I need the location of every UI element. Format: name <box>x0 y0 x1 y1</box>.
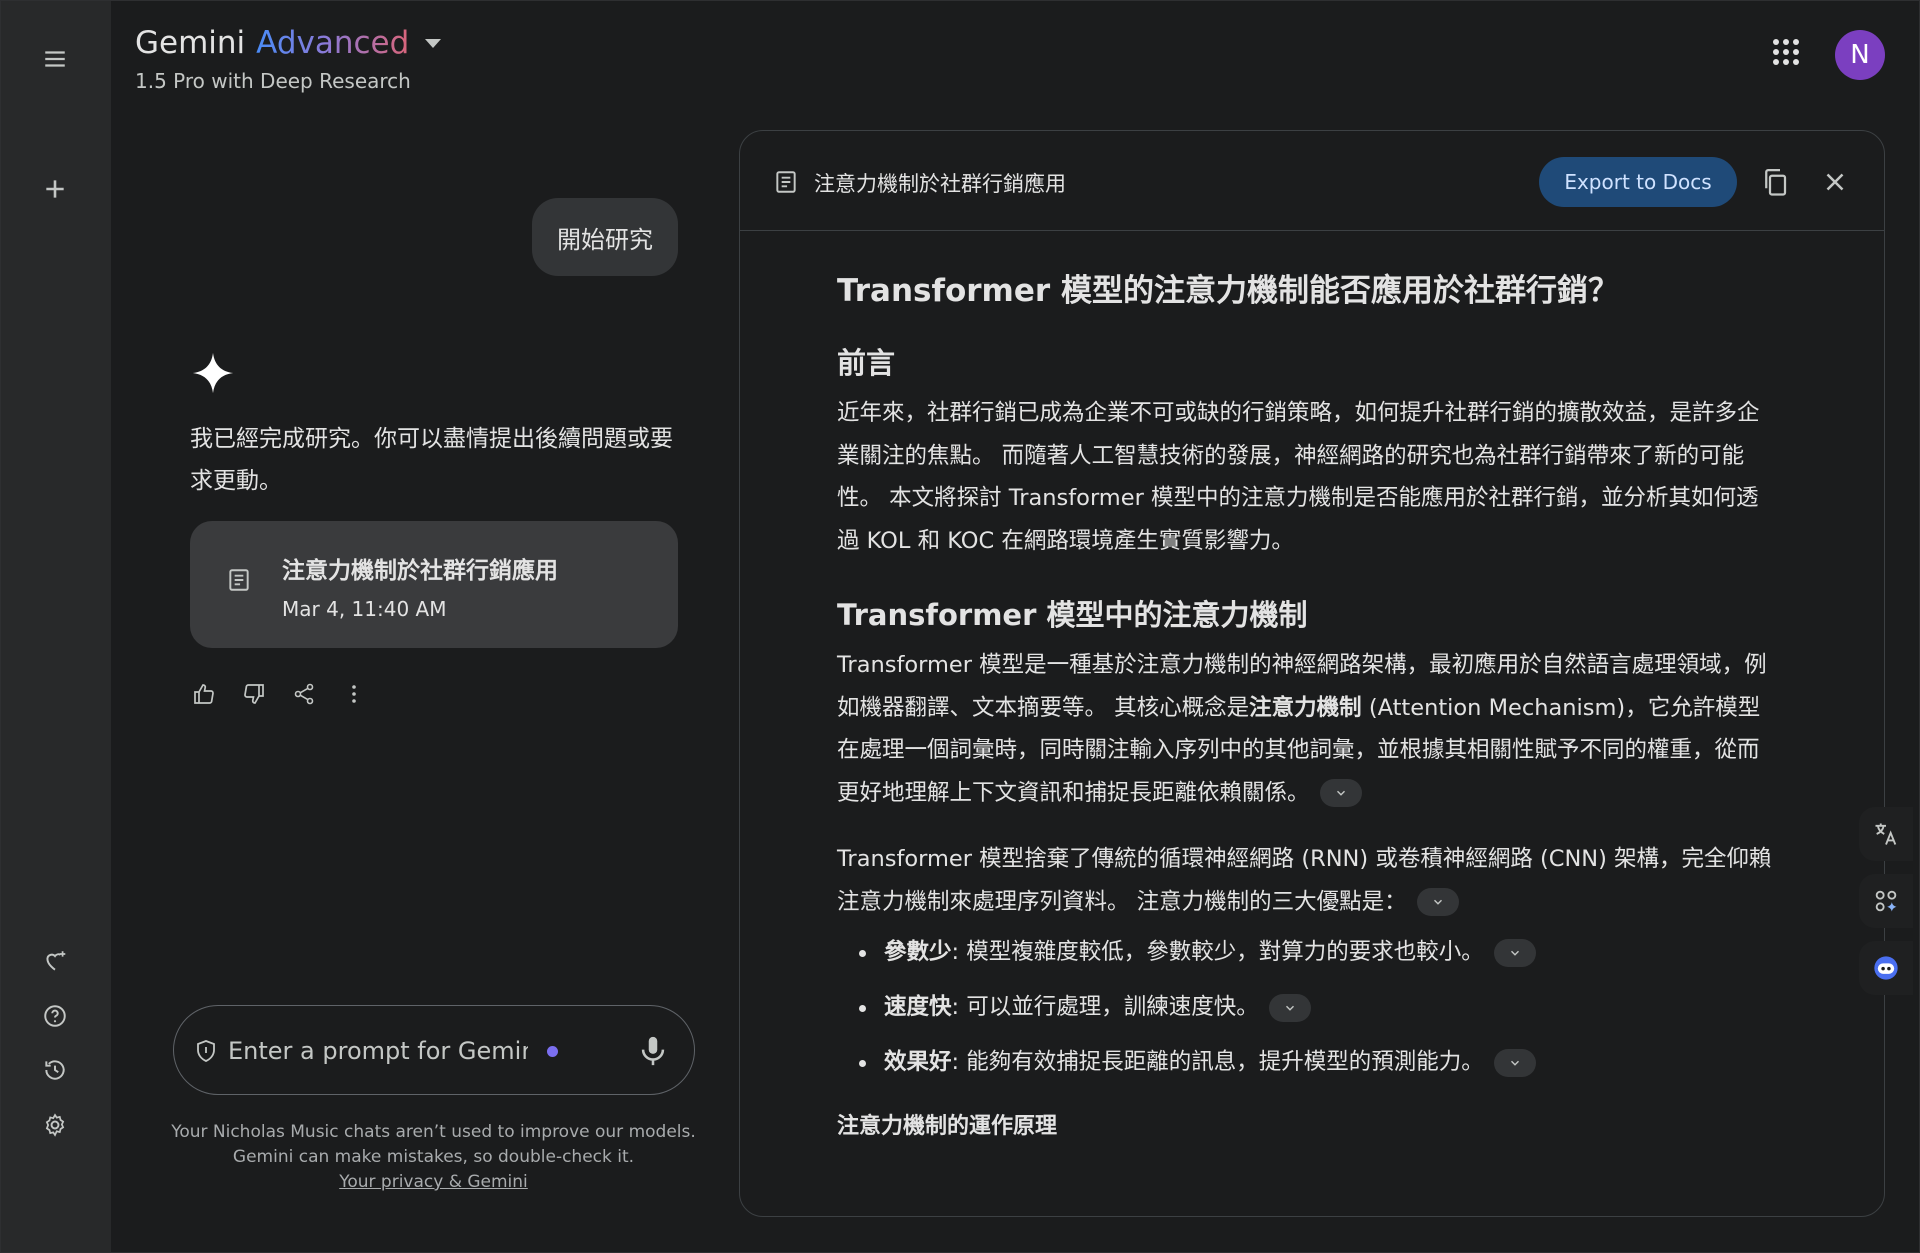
section-paragraph-2: Transformer 模型捨棄了傳統的循環神經網路 (RNN) 或卷積神經網路… <box>837 838 1777 923</box>
bullet-bold: 效果好 <box>884 1049 952 1075</box>
activity-button[interactable] <box>33 1048 77 1092</box>
section-paragraph-1: Transformer 模型是一種基於注意力機制的神經網路架構，最初應用於自然語… <box>837 644 1777 814</box>
more-vert-icon <box>352 685 356 703</box>
prompt-box <box>173 1005 695 1095</box>
activity-icon <box>45 1060 65 1080</box>
gemini-spark-icon <box>192 352 234 394</box>
thumbs-down-button[interactable] <box>241 681 267 707</box>
help-icon <box>44 1005 66 1027</box>
gem-manager-button[interactable] <box>33 939 77 983</box>
brand-tier: Advanced <box>256 25 410 61</box>
section-heading: Transformer 模型中的注意力機制 <box>837 598 1308 632</box>
source-chip[interactable] <box>1493 1048 1536 1077</box>
research-doc-card[interactable]: 注意力機制於社群行銷應用 Mar 4, 11:40 AM <box>190 521 678 648</box>
bullet-bold: 速度快 <box>884 994 952 1020</box>
prompt-input[interactable] <box>228 1032 528 1070</box>
assistant-tool[interactable] <box>1859 941 1913 995</box>
thumbs-up-icon <box>194 684 214 704</box>
microphone-icon[interactable] <box>636 1034 670 1068</box>
para2-text: Transformer 模型捨棄了傳統的循環神經網路 (RNN) 或卷積神經網路… <box>837 846 1772 915</box>
app-window: Gemini Advanced 1.5 Pro with Deep Resear… <box>0 0 1920 1253</box>
bullet-text: : 模型複雜度較低，參數較少，對算力的要求也較小。 <box>951 939 1484 965</box>
chevron-down-icon <box>1510 1060 1519 1066</box>
list-item: 參數少: 模型複雜度較低，參數較少，對算力的要求也較小。 <box>857 925 1777 980</box>
response-actions <box>191 681 367 707</box>
status-dot <box>547 1046 558 1057</box>
user-message: 開始研究 <box>532 198 678 276</box>
extensions-tool[interactable] <box>1859 874 1913 928</box>
new-chat-icon <box>46 180 64 198</box>
privacy-link[interactable]: Your privacy & Gemini <box>339 1172 528 1192</box>
doc-card-date: Mar 4, 11:40 AM <box>282 597 447 621</box>
source-chip[interactable] <box>1268 993 1311 1022</box>
more-options-button[interactable] <box>341 681 367 707</box>
settings-icon <box>45 1113 65 1137</box>
chevron-down-icon <box>1336 790 1345 796</box>
disclaimer-line-2: Gemini can make mistakes, so double-chec… <box>232 1147 635 1167</box>
doc-card-title: 注意力機制於社群行銷應用 <box>282 558 558 584</box>
bullet-text: : 能夠有效捕捉長距離的訊息，提升模型的預測能力。 <box>951 1049 1484 1075</box>
close-icon[interactable] <box>1820 167 1850 197</box>
chevron-down-icon <box>1433 899 1442 905</box>
avatar[interactable]: N <box>1835 30 1885 80</box>
thumbs-down-icon <box>244 684 264 704</box>
source-chip[interactable] <box>1416 888 1459 916</box>
model-reply: 我已經完成研究。你可以盡情提出後續問題或要求更動。 <box>190 426 673 494</box>
thumbs-up-button[interactable] <box>191 681 217 707</box>
menu-icon <box>45 51 65 67</box>
list-item: 速度快: 可以並行處理，訓練速度快。 <box>857 980 1777 1035</box>
shield-icon <box>197 1040 215 1062</box>
copy-icon[interactable] <box>1760 167 1790 197</box>
settings-button[interactable] <box>33 1103 77 1147</box>
panel-title: 注意力機制於社群行銷應用 <box>814 172 1066 196</box>
document-icon <box>776 171 796 193</box>
para1-bold: 注意力機制 <box>1249 694 1362 721</box>
assistant-bot-icon <box>1874 956 1898 980</box>
chevron-down-icon <box>1285 1005 1294 1011</box>
document-body: Transformer 模型的注意力機制能否應用於社群行銷？ 前言 近年來，社群… <box>837 271 1777 1142</box>
share-icon <box>294 683 314 705</box>
translate-icon <box>1875 823 1897 845</box>
intro-paragraph: 近年來，社群行銷已成為企業不可或缺的行銷策略，如何提升社群行銷的擴散效益，是許多… <box>837 400 1760 554</box>
list-item: 效果好: 能夠有效捕捉長距離的訊息，提升模型的預測能力。 <box>857 1035 1777 1090</box>
caret-down-icon <box>425 38 442 48</box>
source-chip[interactable] <box>1493 938 1536 967</box>
subheading: 注意力機制的運作原理 <box>837 1114 1058 1139</box>
bullet-text: : 可以並行處理，訓練速度快。 <box>951 994 1259 1020</box>
source-chip[interactable] <box>1319 779 1362 807</box>
advantages-list: 參數少: 模型複雜度較低，參數較少，對算力的要求也較小。 速度快: 可以並行處理… <box>857 925 1777 1090</box>
chevron-down-icon <box>1510 950 1519 956</box>
gem-manager-icon <box>46 951 66 971</box>
export-to-docs-button[interactable]: Export to Docs <box>1539 157 1737 207</box>
apps-sparkle-icon <box>1875 890 1897 912</box>
menu-button[interactable] <box>33 37 77 81</box>
brand-name: Gemini <box>135 25 246 61</box>
google-apps-button[interactable] <box>1769 35 1803 69</box>
panel-header: 注意力機制於社群行銷應用 Export to Docs <box>740 131 1884 231</box>
doc-title: Transformer 模型的注意力機制能否應用於社群行銷？ <box>837 273 1619 309</box>
disclaimer: Your Nicholas Music chats aren’t used to… <box>161 1120 706 1195</box>
help-button[interactable] <box>33 994 77 1038</box>
sidebar-rail <box>1 1 111 1252</box>
translate-tool[interactable] <box>1859 807 1913 861</box>
apps-grid-icon <box>1769 35 1803 69</box>
model-switcher[interactable]: Gemini Advanced 1.5 Pro with Deep Resear… <box>135 25 442 93</box>
disclaimer-line-1: Your Nicholas Music chats aren’t used to… <box>171 1122 696 1142</box>
new-chat-button[interactable] <box>33 167 77 211</box>
document-icon <box>229 569 249 591</box>
model-label: 1.5 Pro with Deep Research <box>135 69 411 93</box>
bullet-bold: 參數少 <box>884 939 952 965</box>
share-button[interactable] <box>291 681 317 707</box>
document-panel: 注意力機制於社群行銷應用 Export to Docs Transformer … <box>739 130 1885 1217</box>
intro-heading: 前言 <box>837 346 896 380</box>
